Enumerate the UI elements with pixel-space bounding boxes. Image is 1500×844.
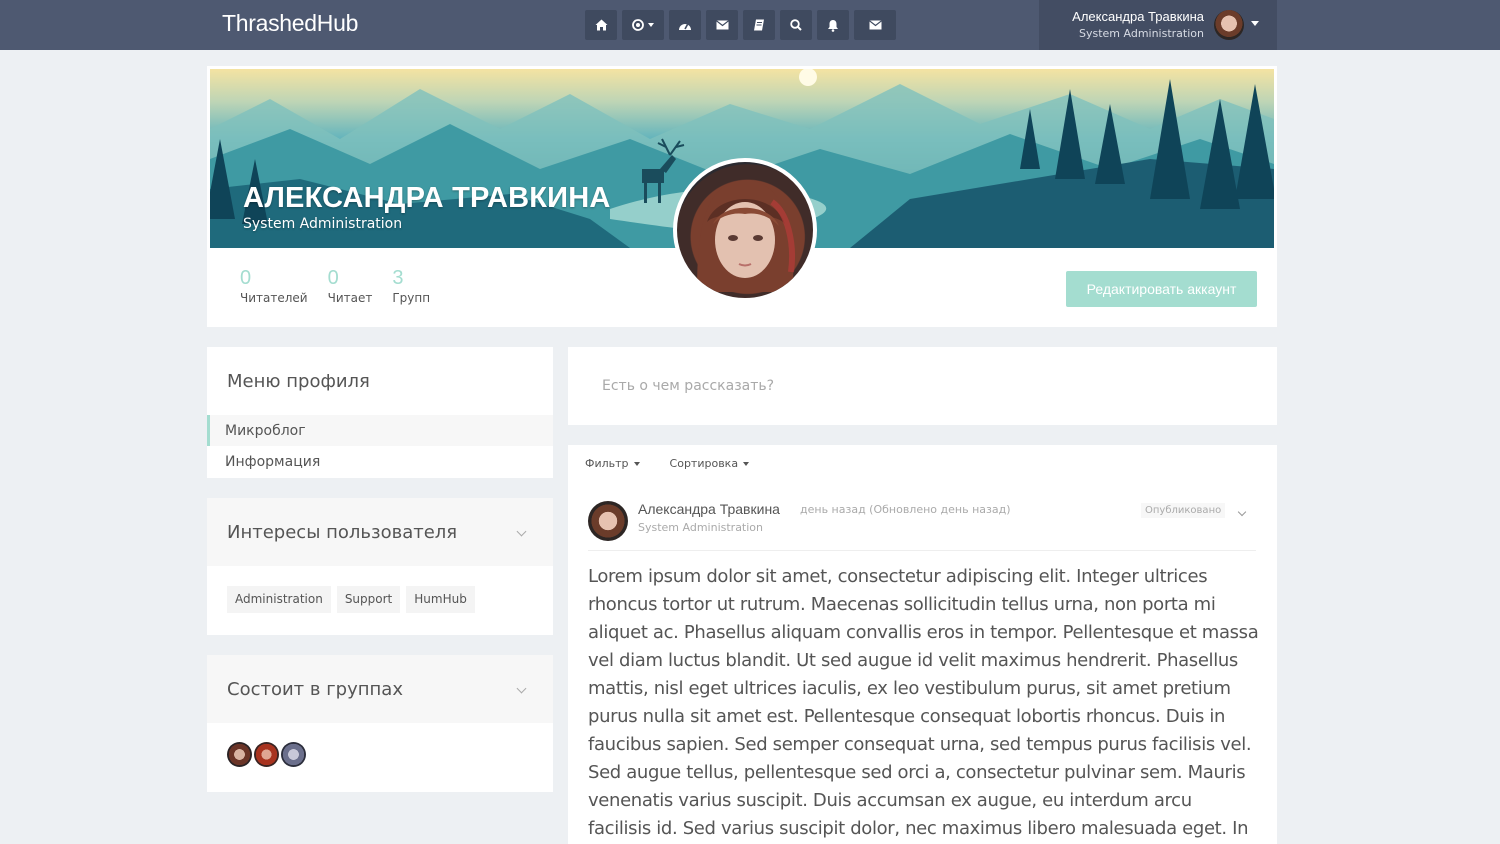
interests-title: Интересы пользователя bbox=[227, 522, 458, 543]
sort-dropdown[interactable]: Сортировка bbox=[670, 457, 750, 470]
avatar[interactable] bbox=[588, 501, 628, 541]
compass-icon bbox=[632, 19, 654, 31]
chevron-down-icon[interactable] bbox=[516, 526, 527, 537]
menu-item-info[interactable]: Информация bbox=[207, 446, 553, 477]
stream-filters: Фильтр Сортировка bbox=[585, 457, 750, 470]
interest-tag[interactable]: HumHub bbox=[406, 586, 475, 613]
top-nav-icons bbox=[585, 10, 896, 40]
groups-panel: Состоит в группах bbox=[207, 655, 553, 792]
filter-dropdown[interactable]: Фильтр bbox=[585, 457, 640, 470]
profile-avatar[interactable] bbox=[673, 158, 817, 302]
top-navbar: ThrashedHub Александра Травкина System A… bbox=[0, 0, 1500, 50]
book-icon[interactable] bbox=[743, 10, 775, 40]
user-menu[interactable]: Александра Травкина System Administratio… bbox=[1039, 0, 1277, 50]
interest-tag[interactable]: Administration bbox=[227, 586, 331, 613]
groups-stat[interactable]: 3 Групп bbox=[392, 266, 430, 305]
groups-header[interactable]: Состоит в группах bbox=[207, 655, 553, 723]
filter-label: Фильтр bbox=[585, 457, 629, 470]
interests-header[interactable]: Интересы пользователя bbox=[207, 498, 553, 566]
compass-dropdown[interactable] bbox=[622, 10, 664, 40]
stat-label: Читателей bbox=[240, 291, 308, 305]
envelope-icon[interactable] bbox=[706, 10, 738, 40]
chevron-down-icon bbox=[648, 23, 654, 27]
group-avatar[interactable] bbox=[227, 742, 252, 767]
followers-stat[interactable]: 0 Читателей bbox=[240, 266, 308, 305]
profile-menu-title: Меню профиля bbox=[227, 371, 370, 392]
user-name: Александра Травкина bbox=[1072, 9, 1204, 24]
interest-tags: Administration Support HumHub bbox=[227, 586, 475, 613]
post-body: Lorem ipsum dolor sit amet, consectetur … bbox=[588, 566, 1259, 839]
search-icon[interactable] bbox=[780, 10, 812, 40]
profile-header: АЛЕКСАНДРА ТРАВКИНА System Administratio… bbox=[207, 66, 1277, 327]
post-author[interactable]: Александра Травкина bbox=[638, 501, 780, 517]
profile-role: System Administration bbox=[243, 216, 403, 232]
chevron-down-icon bbox=[743, 461, 750, 466]
stat-label: Групп bbox=[392, 291, 431, 305]
dashboard-icon[interactable] bbox=[669, 10, 701, 40]
activity-stream: Фильтр Сортировка Александра Травкина де… bbox=[568, 445, 1277, 844]
groups-title: Состоит в группах bbox=[227, 679, 403, 700]
avatar bbox=[1214, 10, 1244, 40]
post-author-role: System Administration bbox=[638, 521, 764, 534]
profile-stats: 0 Читателей 0 Читает 3 Групп bbox=[240, 266, 430, 305]
edit-account-button[interactable]: Редактировать аккаунт bbox=[1066, 271, 1257, 307]
stat-label: Читает bbox=[327, 291, 373, 305]
user-role: System Administration bbox=[1078, 27, 1204, 40]
sort-label: Сортировка bbox=[669, 457, 739, 470]
profile-name: АЛЕКСАНДРА ТРАВКИНА bbox=[243, 182, 611, 214]
envelope-icon[interactable] bbox=[854, 10, 896, 40]
interest-tag[interactable]: Support bbox=[336, 586, 401, 613]
divider bbox=[588, 550, 1256, 551]
group-avatar[interactable] bbox=[281, 742, 306, 767]
following-stat[interactable]: 0 Читает bbox=[328, 266, 373, 305]
home-icon[interactable] bbox=[585, 10, 617, 40]
chevron-down-icon[interactable] bbox=[516, 683, 527, 694]
profile-menu-panel: Меню профиля Микроблог Информация bbox=[207, 347, 553, 478]
chevron-down-icon bbox=[1251, 21, 1259, 26]
chevron-down-icon[interactable] bbox=[1237, 507, 1247, 517]
stat-value: 0 bbox=[240, 267, 252, 289]
status-badge: Опубликовано bbox=[1141, 503, 1226, 518]
interests-panel: Интересы пользователя Administration Sup… bbox=[207, 498, 553, 635]
menu-item-microblog[interactable]: Микроблог bbox=[207, 415, 553, 446]
post-composer bbox=[568, 347, 1277, 425]
bell-icon[interactable] bbox=[817, 10, 849, 40]
chevron-down-icon bbox=[633, 461, 640, 466]
group-avatar[interactable] bbox=[254, 742, 279, 767]
brand-logo[interactable]: ThrashedHub bbox=[222, 10, 358, 37]
post-timestamp[interactable]: день назад (Обновлено день назад) bbox=[800, 503, 1011, 516]
stat-value: 0 bbox=[327, 267, 339, 289]
post-input[interactable] bbox=[588, 364, 1256, 408]
stat-value: 3 bbox=[392, 267, 404, 289]
